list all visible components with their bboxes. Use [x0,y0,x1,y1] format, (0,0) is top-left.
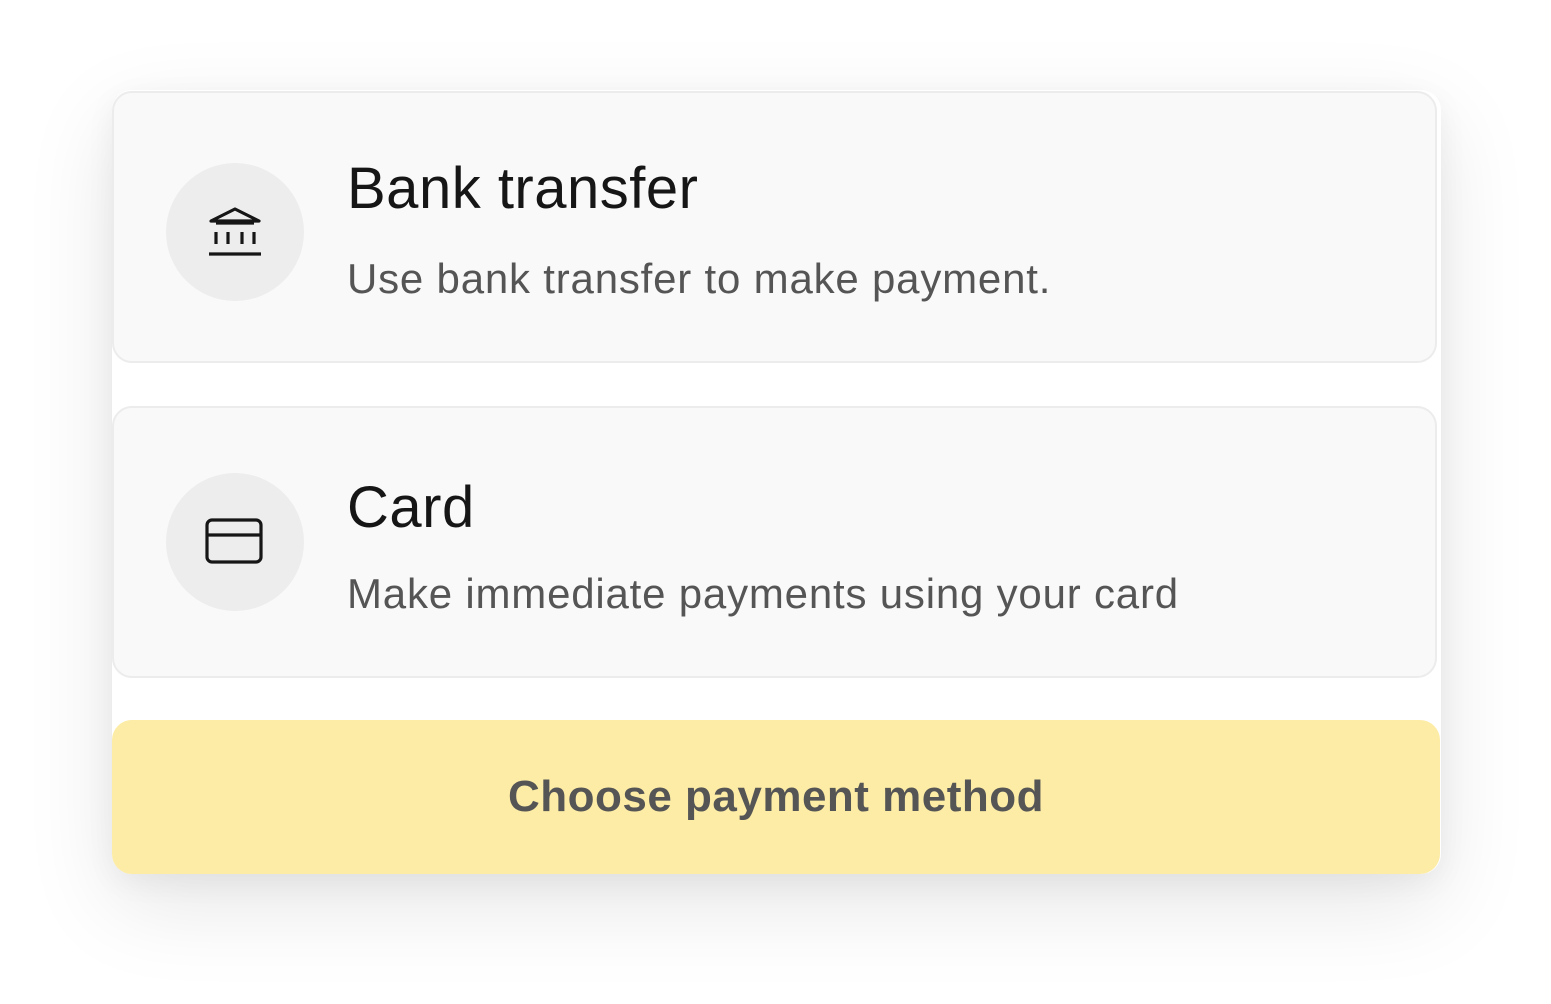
bank-icon-container [166,163,304,301]
card-description: Make immediate payments using your card [347,570,1179,617]
choose-payment-method-button[interactable]: Choose payment method [112,720,1440,874]
bank-transfer-description: Use bank transfer to make payment. [347,255,1052,302]
credit-card-icon [205,518,263,564]
card-icon-container [166,473,304,611]
card-title: Card [347,475,475,540]
payment-option-card[interactable]: Card Make immediate payments using your … [112,406,1437,678]
bank-transfer-title: Bank transfer [347,156,699,221]
payment-option-bank-transfer[interactable]: Bank transfer Use bank transfer to make … [112,91,1437,363]
bank-icon [209,207,261,256]
payment-method-screen: Bank transfer Use bank transfer to make … [0,0,1551,1004]
